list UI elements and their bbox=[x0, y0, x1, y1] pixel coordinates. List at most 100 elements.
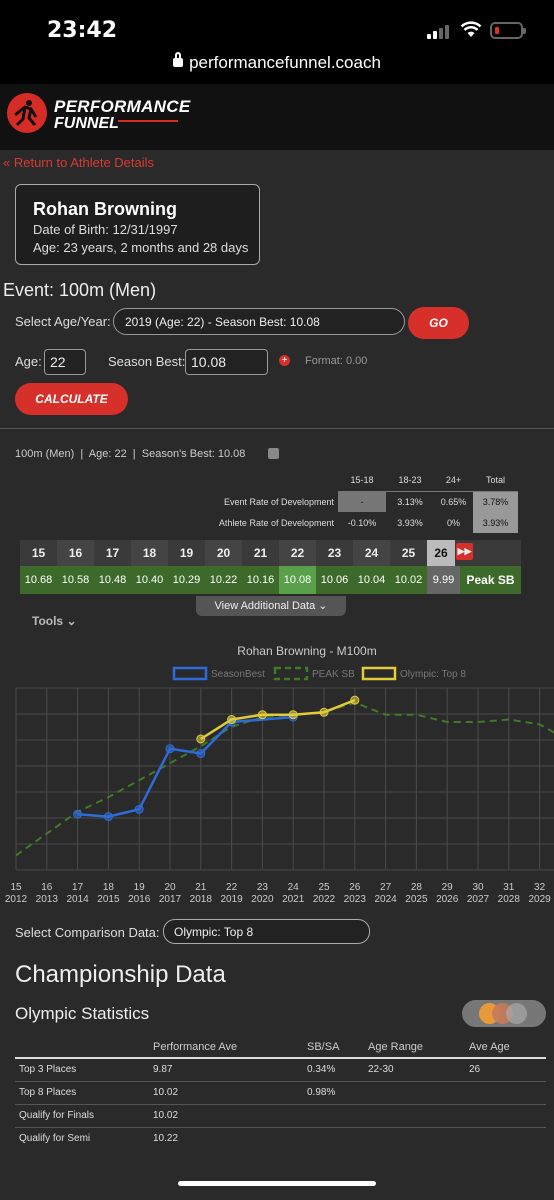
age-cell[interactable]: 26 bbox=[427, 540, 455, 566]
wifi-icon bbox=[460, 21, 482, 37]
age-cell[interactable]: 21 bbox=[242, 540, 279, 566]
x-tick-year: 2016 bbox=[128, 894, 151, 905]
season-best-label: Season Best: bbox=[108, 354, 186, 369]
medal-toggle[interactable] bbox=[462, 1000, 546, 1027]
data-point bbox=[196, 734, 206, 744]
age-input[interactable]: 22 bbox=[44, 349, 86, 375]
rate-cell: - bbox=[338, 491, 386, 512]
x-tick-age: 32 bbox=[534, 882, 546, 893]
chart-x-axis: 1520121620131720141820151920162020172120… bbox=[5, 882, 551, 905]
chevron-down-icon: ⌄ bbox=[318, 600, 328, 612]
sb-cell: 10.02 bbox=[394, 574, 423, 586]
season-best-row: 10.68 10.58 10.48 10.40 10.29 10.22 10.1… bbox=[20, 566, 521, 594]
plus-icon[interactable]: + bbox=[279, 355, 290, 366]
age-cell[interactable]: 22 bbox=[279, 540, 316, 566]
legend-label: SeasonBest bbox=[211, 669, 265, 680]
x-tick-age: 29 bbox=[442, 882, 454, 893]
signal-icon bbox=[427, 23, 453, 39]
olympic-stats-table: Performance Ave SB/SA Age Range Ave Age … bbox=[15, 1036, 546, 1150]
stats-cell bbox=[469, 1104, 546, 1128]
rate-cell: -0.10% bbox=[347, 517, 377, 528]
sb-cell-selected: 10.08 bbox=[279, 566, 316, 594]
stats-cell: 26 bbox=[469, 1058, 546, 1082]
rate-header: 18-23 bbox=[386, 470, 434, 492]
stats-cell bbox=[368, 1081, 469, 1105]
chart-series bbox=[15, 695, 554, 857]
comparison-select[interactable]: Olympic: Top 8 bbox=[163, 919, 370, 944]
x-tick-year: 2015 bbox=[97, 894, 120, 905]
series-line bbox=[77, 715, 294, 818]
url-bar[interactable]: performancefunnel.coach bbox=[0, 52, 554, 73]
view-more-label: View Additional Data bbox=[214, 600, 316, 612]
age-cell[interactable]: 18 bbox=[131, 540, 168, 566]
sb-cell: 10.58 bbox=[61, 574, 90, 586]
data-point bbox=[196, 749, 206, 759]
table-row: Top 8 Places 10.02 0.98% bbox=[15, 1081, 546, 1105]
rate-header: 15-18 bbox=[338, 470, 386, 492]
age-cell[interactable]: 24 bbox=[353, 540, 390, 566]
data-point bbox=[319, 707, 329, 717]
age-year-select[interactable]: 2019 (Age: 22) - Season Best: 10.08 bbox=[113, 308, 405, 335]
age-cell[interactable]: 16 bbox=[57, 540, 94, 566]
sb-cell: 10.04 bbox=[357, 574, 386, 586]
sb-cell: 10.48 bbox=[98, 574, 127, 586]
return-link[interactable]: « Return to Athlete Details bbox=[3, 155, 154, 170]
table-row: Qualify for Finals 10.02 bbox=[15, 1104, 546, 1128]
peak-sb-label: Peak SB bbox=[466, 573, 515, 587]
go-button[interactable]: GO bbox=[408, 307, 469, 339]
legend-label: PEAK SB bbox=[312, 669, 355, 680]
sb-cell: 10.40 bbox=[135, 574, 164, 586]
stats-cell: Qualify for Semi bbox=[19, 1133, 91, 1145]
x-tick-year: 2018 bbox=[190, 894, 213, 905]
x-tick-age: 21 bbox=[195, 882, 207, 893]
calculate-button[interactable]: CALCULATE bbox=[15, 383, 128, 415]
data-point bbox=[227, 715, 237, 725]
share-icon[interactable] bbox=[268, 448, 279, 459]
table-row: Qualify for Semi 10.22 bbox=[15, 1127, 546, 1150]
performance-chart: Rohan Browning - M100m SeasonBest PEAK SB… bbox=[5, 644, 554, 905]
data-point bbox=[103, 812, 113, 822]
age-cell[interactable]: 25 bbox=[390, 540, 427, 566]
stats-cell: Qualify for Finals bbox=[15, 1104, 153, 1128]
age-cell[interactable]: 17 bbox=[94, 540, 131, 566]
x-tick-year: 2017 bbox=[159, 894, 182, 905]
x-tick-age: 30 bbox=[472, 882, 484, 893]
fast-forward-icon[interactable]: ▶▶ bbox=[456, 543, 473, 560]
rate-cell: 0% bbox=[446, 517, 460, 528]
sb-cell: 10.22 bbox=[209, 574, 238, 586]
tools-toggle[interactable]: Tools ⌄ bbox=[32, 614, 77, 628]
stats-cell: Top 3 Places bbox=[15, 1058, 153, 1082]
olympic-subtitle: Olympic Statistics bbox=[15, 1004, 150, 1023]
rate-row-label: Athlete Rate of Development bbox=[218, 517, 334, 528]
tools-label: Tools bbox=[32, 614, 64, 628]
silver-medal-icon bbox=[506, 1003, 527, 1024]
x-tick-year: 2025 bbox=[405, 894, 428, 905]
x-tick-age: 23 bbox=[257, 882, 269, 893]
legend-label: Olympic: Top 8 bbox=[400, 669, 466, 680]
rate-cell: 0.65% bbox=[440, 496, 467, 507]
age-cell[interactable]: 20 bbox=[205, 540, 242, 566]
x-tick-age: 18 bbox=[103, 882, 115, 893]
data-point bbox=[134, 804, 144, 814]
event-title: Event: 100m (Men) bbox=[3, 280, 157, 300]
athlete-age: Age: 23 years, 2 months and 28 days bbox=[33, 240, 249, 255]
stats-header: Ave Age bbox=[469, 1036, 546, 1059]
format-hint: Format: 0.00 bbox=[305, 355, 368, 367]
stats-cell bbox=[368, 1127, 469, 1150]
table-row: Top 3 Places 9.87 0.34% 22-30 26 bbox=[15, 1058, 546, 1082]
data-point bbox=[73, 809, 83, 819]
x-tick-year: 2020 bbox=[251, 894, 274, 905]
stats-cell: 9.87 bbox=[153, 1058, 307, 1082]
age-cell[interactable]: 23 bbox=[316, 540, 353, 566]
legend-swatch bbox=[361, 666, 397, 681]
age-cell[interactable]: 15 bbox=[20, 540, 57, 566]
x-tick-year: 2021 bbox=[282, 894, 305, 905]
x-tick-age: 16 bbox=[41, 882, 53, 893]
season-best-input[interactable]: 10.08 bbox=[185, 349, 268, 375]
view-additional-data-button[interactable]: View Additional Data ⌄ bbox=[196, 596, 346, 616]
legend-swatch bbox=[172, 666, 208, 681]
x-tick-age: 17 bbox=[72, 882, 84, 893]
age-cell[interactable]: 19 bbox=[168, 540, 205, 566]
home-indicator[interactable] bbox=[178, 1181, 376, 1186]
x-tick-year: 2022 bbox=[313, 894, 336, 905]
